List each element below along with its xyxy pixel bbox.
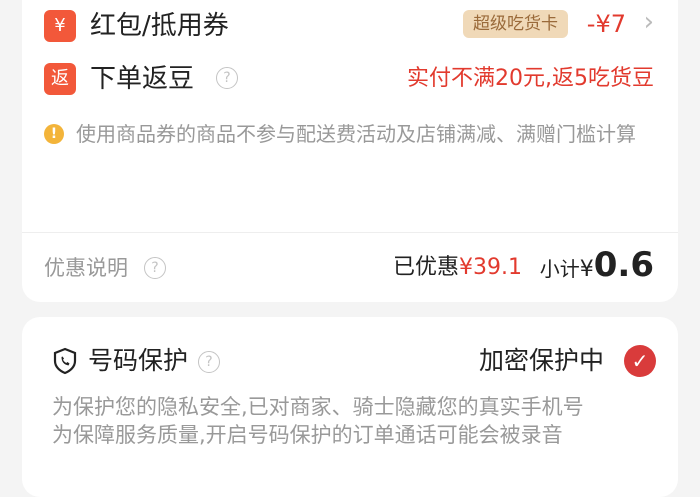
description-line: 为保护您的隐私安全,已对商家、骑士隐藏您的真实手机号: [52, 395, 584, 419]
coupon-info-note: ! 使用商品券的商品不参与配送费活动及店铺满减、满赠门槛计算: [44, 120, 656, 180]
coupon-info-text: 使用商品券的商品不参与配送费活动及店铺满减、满赠门槛计算: [76, 122, 636, 146]
number-protection-description: 为保护您的隐私安全,已对商家、骑士隐藏您的真实手机号 为保障服务质量,开启号码保…: [52, 393, 656, 449]
cashback-note: 实付不满20元,返5吃货豆: [407, 66, 654, 91]
subtotal-value: 0.6: [593, 245, 654, 285]
shield-phone-icon: [53, 347, 77, 375]
saved-amount: 已优惠¥39.1: [393, 253, 522, 283]
subtotal: 小计¥0.6: [540, 245, 654, 291]
cashback-label: 下单返豆: [90, 64, 195, 94]
help-icon[interactable]: ?: [216, 67, 238, 89]
cashback-row: 返 下单返豆 ? 实付不满20元,返5吃货豆: [44, 63, 656, 99]
discount-explanation-label[interactable]: 优惠说明: [44, 253, 128, 283]
saved-label: 已优惠: [393, 255, 460, 280]
chevron-right-icon[interactable]: ›: [644, 8, 654, 36]
cashback-badge-icon: 返: [44, 63, 76, 95]
encryption-status: 加密保护中: [478, 346, 604, 375]
number-protection-card: 号码保护 ? 加密保护中 ✓ 为保护您的隐私安全,已对商家、骑士隐藏您的真实手机…: [22, 317, 678, 497]
vip-card-tag: 超级吃货卡: [463, 10, 568, 38]
discount-summary: 优惠说明 ? 已优惠¥39.1 小计¥0.6: [44, 245, 656, 291]
help-icon[interactable]: ?: [144, 257, 166, 279]
subtotal-label: 小计: [539, 257, 580, 281]
check-icon[interactable]: ✓: [624, 345, 656, 377]
redpacket-label: 红包/抵用券: [90, 11, 229, 41]
redpacket-row[interactable]: ¥ 红包/抵用券 超级吃货卡 -¥7 ›: [44, 8, 656, 46]
warning-icon: !: [44, 124, 64, 144]
redpacket-amount: -¥7: [586, 10, 626, 38]
yuan-icon: ¥: [44, 10, 76, 42]
description-line: 为保障服务质量,开启号码保护的订单通话可能会被录音: [52, 423, 563, 447]
saved-value: ¥39.1: [459, 255, 522, 280]
help-icon[interactable]: ?: [198, 351, 220, 373]
discount-card: ¥ 红包/抵用券 超级吃货卡 -¥7 › 返 下单返豆 ? 实付不满20元,返5…: [22, 0, 678, 302]
number-protection-title: 号码保护: [88, 346, 189, 375]
number-protection-header: 号码保护 ? 加密保护中 ✓: [52, 345, 656, 381]
subtotal-currency: ¥: [579, 257, 594, 282]
divider: [22, 232, 678, 233]
